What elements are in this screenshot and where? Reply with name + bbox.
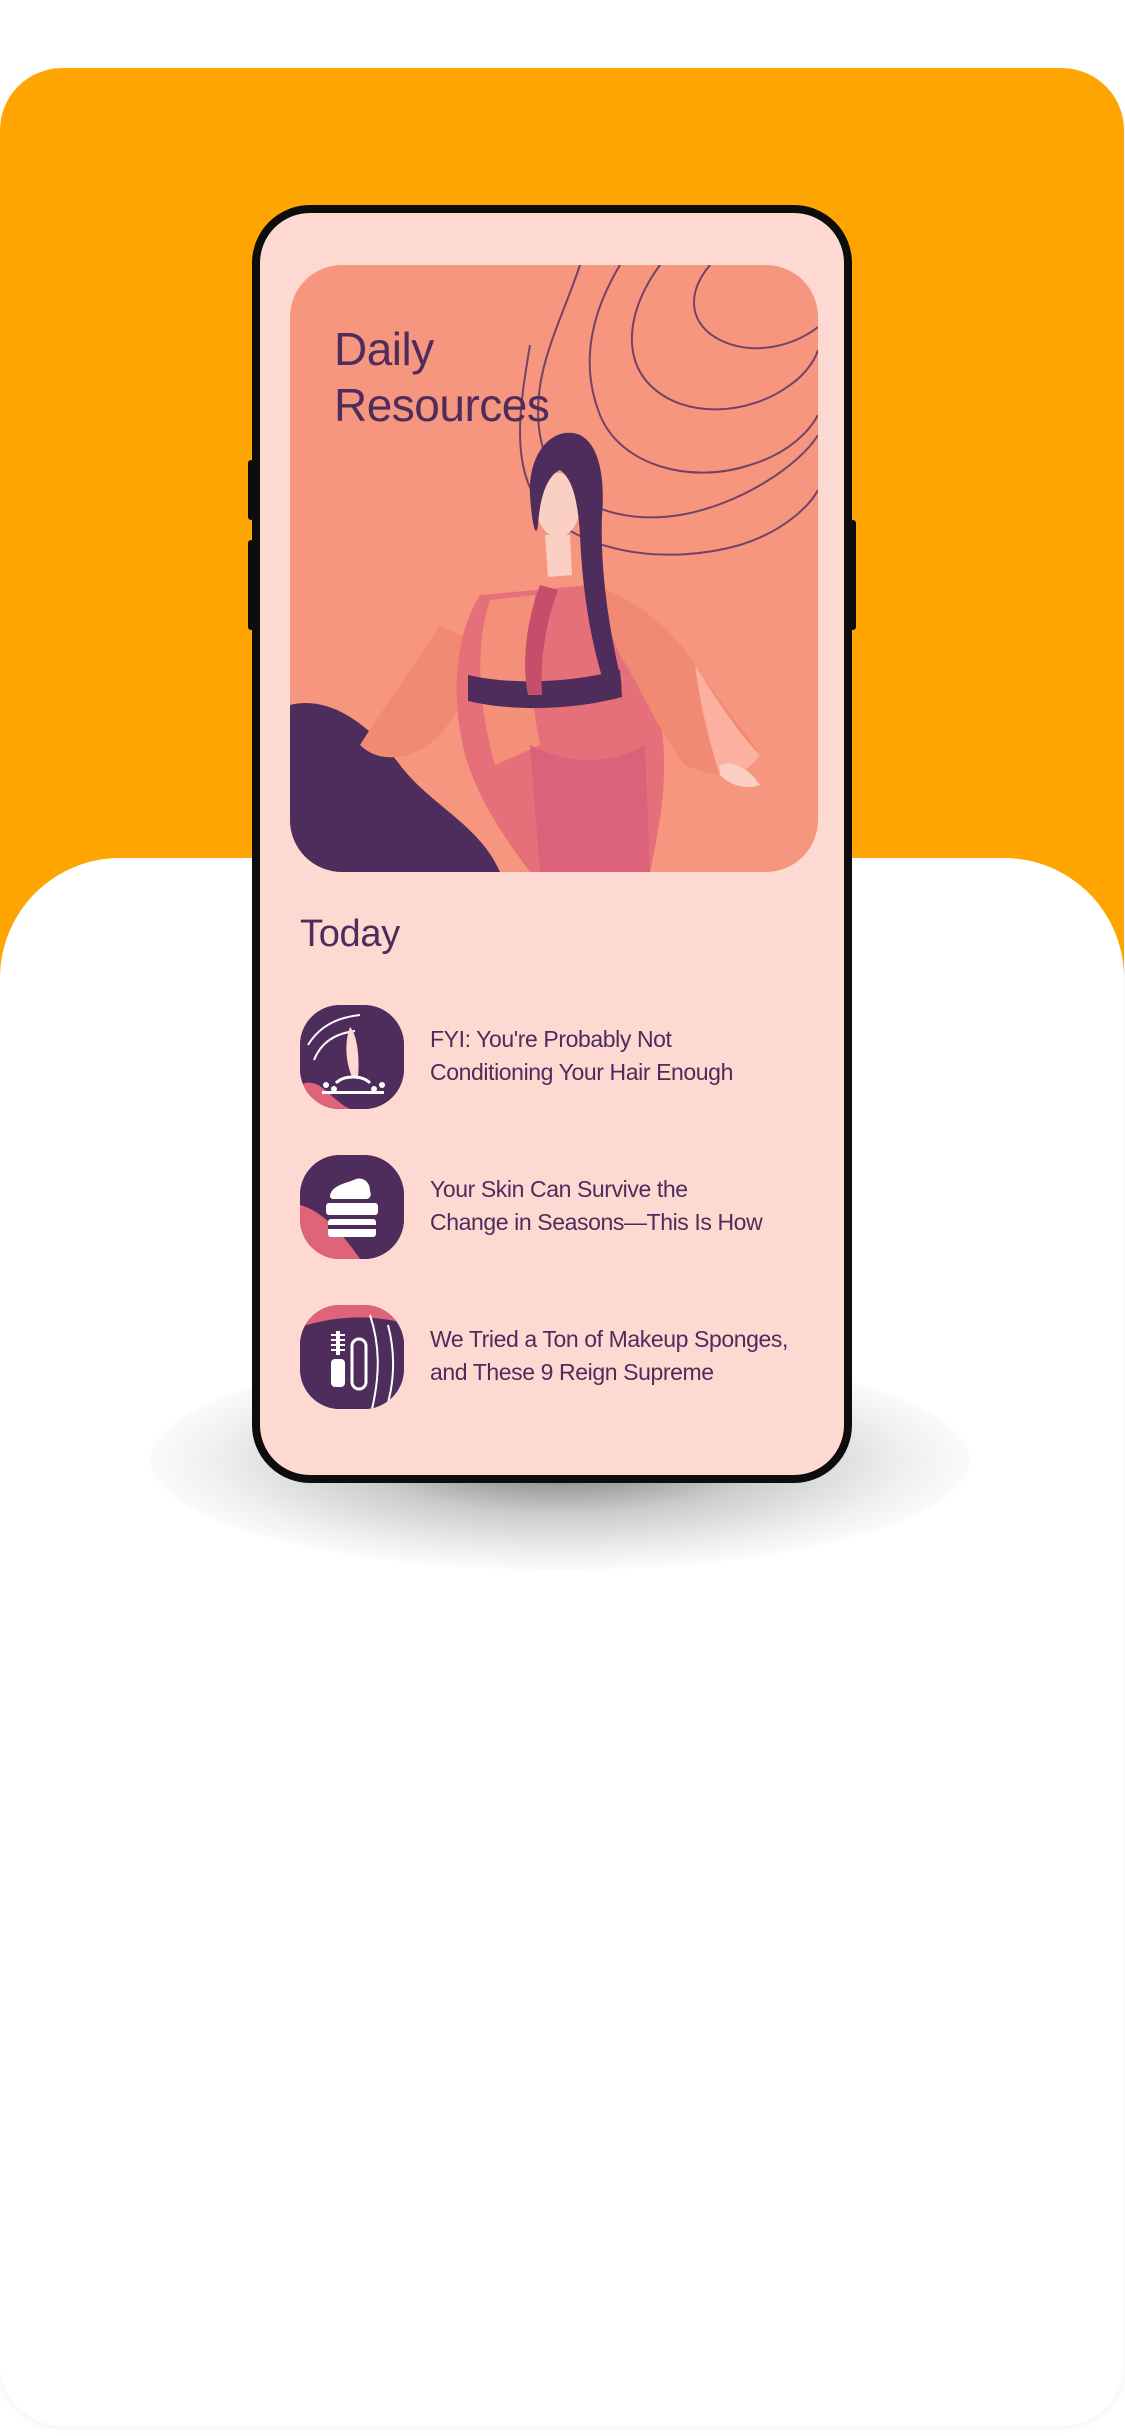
article-title-line-1: FYI: You're Probably Not <box>430 1026 672 1052</box>
article-title-line-1: Your Skin Can Survive the <box>430 1176 688 1202</box>
phone-mockup: Daily Resources Today FYI: You're Probab… <box>252 205 852 1483</box>
article-item[interactable]: Your Skin Can Survive the Change in Seas… <box>300 1155 830 1259</box>
article-title: FYI: You're Probably Not Conditioning Yo… <box>430 1023 830 1089</box>
article-title: We Tried a Ton of Makeup Sponges, and Th… <box>430 1323 830 1389</box>
article-title-line-2: Change in Seasons—This Is How <box>430 1209 763 1235</box>
hero-title-line-2: Resources <box>334 379 550 431</box>
mascara-icon <box>300 1305 404 1409</box>
article-title: Your Skin Can Survive the Change in Seas… <box>430 1173 830 1239</box>
hero-title-line-1: Daily <box>334 323 434 375</box>
section-title-today: Today <box>300 913 400 955</box>
article-title-line-2: Conditioning Your Hair Enough <box>430 1059 733 1085</box>
article-title-line-1: We Tried a Ton of Makeup Sponges, <box>430 1326 789 1352</box>
cream-jar-icon <box>300 1155 404 1259</box>
article-item[interactable]: We Tried a Ton of Makeup Sponges, and Th… <box>300 1305 830 1409</box>
article-item[interactable]: FYI: You're Probably Not Conditioning Yo… <box>300 1005 830 1109</box>
hero-card[interactable]: Daily Resources <box>290 265 818 872</box>
hero-title: Daily Resources <box>334 321 550 433</box>
hair-strand-icon <box>300 1005 404 1109</box>
article-title-line-2: and These 9 Reign Supreme <box>430 1359 714 1385</box>
